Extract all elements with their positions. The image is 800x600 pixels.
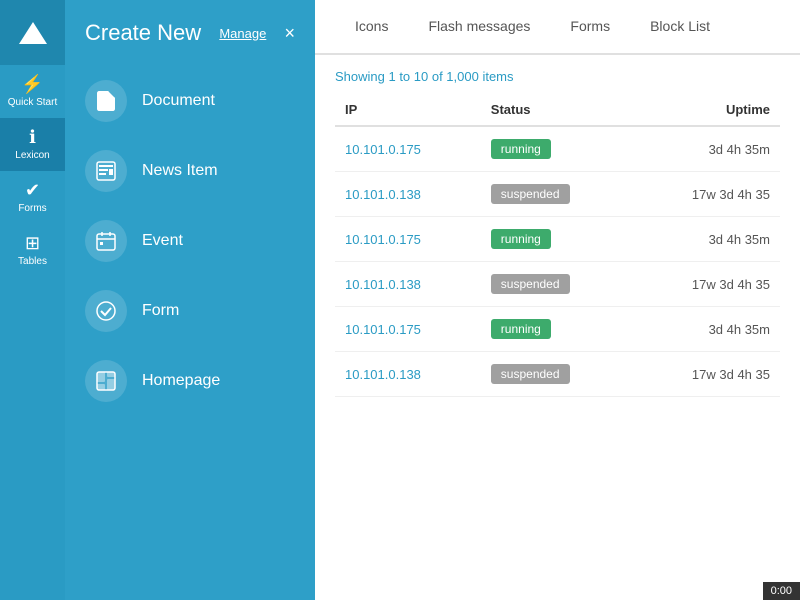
col-uptime: Uptime: [631, 94, 780, 126]
col-ip: IP: [335, 94, 481, 126]
items-count: Showing 1 to 10 of 1,000 items: [335, 55, 780, 94]
create-event-item[interactable]: Event: [65, 206, 315, 276]
cell-ip: 10.101.0.175: [335, 217, 481, 262]
create-form-label: Form: [142, 302, 179, 320]
create-homepage-label: Homepage: [142, 372, 220, 390]
cell-uptime: 17w 3d 4h 35: [631, 352, 780, 397]
forms-icon: ✔: [25, 181, 40, 199]
event-icon: [85, 220, 127, 262]
table-row: 10.101.0.175 running 3d 4h 35m: [335, 126, 780, 172]
tables-icon: ⊞: [25, 234, 40, 252]
table-row: 10.101.0.175 running 3d 4h 35m: [335, 217, 780, 262]
dropdown-header: Create New Manage ×: [65, 20, 315, 66]
clock-display: 0:00: [763, 582, 800, 600]
create-document-label: Document: [142, 92, 215, 110]
table-row: 10.101.0.138 suspended 17w 3d 4h 35: [335, 172, 780, 217]
cell-status: running: [481, 307, 631, 352]
cell-status: suspended: [481, 172, 631, 217]
table-row: 10.101.0.138 suspended 17w 3d 4h 35: [335, 262, 780, 307]
status-badge: running: [491, 139, 551, 159]
close-button[interactable]: ×: [284, 24, 295, 42]
newsitem-icon: [85, 150, 127, 192]
cell-uptime: 3d 4h 35m: [631, 217, 780, 262]
tabs-bar: Icons Flash messages Forms Block List: [315, 0, 800, 55]
logo-button[interactable]: [0, 0, 65, 65]
table-row: 10.101.0.138 suspended 17w 3d 4h 35: [335, 352, 780, 397]
main-content: Icons Flash messages Forms Block List Sh…: [315, 0, 800, 600]
table-row: 10.101.0.175 running 3d 4h 35m: [335, 307, 780, 352]
tab-block-list[interactable]: Block List: [630, 0, 730, 55]
tab-icons[interactable]: Icons: [335, 0, 408, 55]
cell-uptime: 17w 3d 4h 35: [631, 172, 780, 217]
cell-status: running: [481, 217, 631, 262]
cell-uptime: 17w 3d 4h 35: [631, 262, 780, 307]
sidebar-label-quickstart: Quick Start: [8, 97, 57, 108]
sidebar: ⚡ Quick Start ℹ Lexicon ✔ Forms ⊞ Tables: [0, 0, 65, 600]
logo-icon: [19, 22, 47, 44]
data-table: IP Status Uptime 10.101.0.175 running 3d 4…: [335, 94, 780, 397]
create-newsitem-label: News Item: [142, 162, 218, 180]
manage-link[interactable]: Manage: [219, 26, 266, 41]
document-icon: [85, 80, 127, 122]
content-area: Showing 1 to 10 of 1,000 items IP Status…: [315, 55, 800, 600]
cell-status: suspended: [481, 262, 631, 307]
sidebar-label-lexicon: Lexicon: [15, 150, 49, 161]
create-new-panel: Create New Manage × Document News Item: [65, 0, 315, 600]
status-badge: running: [491, 229, 551, 249]
sidebar-item-forms[interactable]: ✔ Forms: [0, 171, 65, 224]
sidebar-item-quickstart[interactable]: ⚡ Quick Start: [0, 65, 65, 118]
cell-ip: 10.101.0.138: [335, 352, 481, 397]
cell-status: running: [481, 126, 631, 172]
cell-uptime: 3d 4h 35m: [631, 126, 780, 172]
sidebar-item-lexicon[interactable]: ℹ Lexicon: [0, 118, 65, 171]
cell-status: suspended: [481, 352, 631, 397]
cell-uptime: 3d 4h 35m: [631, 307, 780, 352]
cell-ip: 10.101.0.138: [335, 262, 481, 307]
status-badge: suspended: [491, 184, 570, 204]
cell-ip: 10.101.0.138: [335, 172, 481, 217]
tab-forms[interactable]: Forms: [550, 0, 630, 55]
tab-flash-messages[interactable]: Flash messages: [408, 0, 550, 55]
cell-ip: 10.101.0.175: [335, 126, 481, 172]
quickstart-icon: ⚡: [21, 75, 43, 93]
lexicon-icon: ℹ: [29, 128, 36, 146]
table-header-row: IP Status Uptime: [335, 94, 780, 126]
sidebar-label-tables: Tables: [18, 256, 47, 267]
create-newsitem-item[interactable]: News Item: [65, 136, 315, 206]
create-form-item[interactable]: Form: [65, 276, 315, 346]
homepage-icon: [85, 360, 127, 402]
create-event-label: Event: [142, 232, 183, 250]
sidebar-label-forms: Forms: [18, 203, 46, 214]
status-badge: running: [491, 319, 551, 339]
col-status: Status: [481, 94, 631, 126]
status-badge: suspended: [491, 274, 570, 294]
create-document-item[interactable]: Document: [65, 66, 315, 136]
form-icon: [85, 290, 127, 332]
create-homepage-item[interactable]: Homepage: [65, 346, 315, 416]
sidebar-item-tables[interactable]: ⊞ Tables: [0, 224, 65, 277]
dropdown-title: Create New: [85, 20, 201, 46]
status-badge: suspended: [491, 364, 570, 384]
cell-ip: 10.101.0.175: [335, 307, 481, 352]
